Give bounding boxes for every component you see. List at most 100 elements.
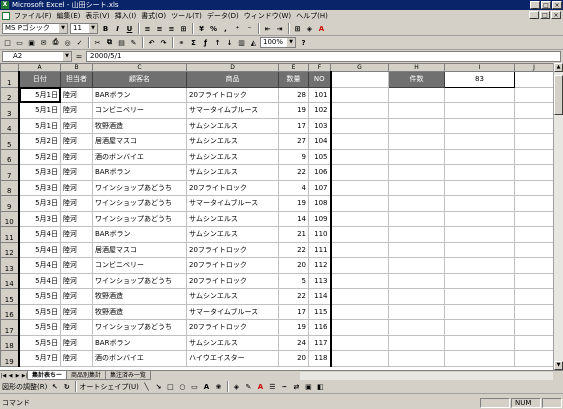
cell[interactable]	[444, 133, 515, 150]
cell[interactable]	[330, 226, 389, 243]
row-header[interactable]: 12	[0, 241, 19, 258]
cell[interactable]	[330, 241, 389, 258]
cell[interactable]	[444, 226, 515, 243]
cell[interactable]	[330, 148, 389, 165]
cell-customer[interactable]: ワインショップあどうち	[92, 179, 187, 196]
cell-no[interactable]: 118	[308, 350, 332, 367]
cell[interactable]	[330, 71, 389, 88]
cell-no[interactable]: 105	[308, 148, 332, 165]
cell-staff[interactable]: 陸河	[60, 179, 93, 196]
cell-customer[interactable]: ワインショップあどうち	[92, 210, 187, 227]
cell[interactable]	[330, 164, 389, 181]
cell-no[interactable]: 102	[308, 102, 332, 119]
scroll-thumb[interactable]	[554, 75, 563, 115]
cell-product[interactable]: サムシンエルス	[186, 148, 279, 165]
new-file-icon[interactable]: □	[2, 37, 13, 48]
merge-center-icon[interactable]: ⊞	[178, 23, 189, 34]
cell-product[interactable]: 20フライトロック	[186, 86, 279, 103]
cell-customer[interactable]: BARボラン	[92, 86, 187, 103]
summary-value[interactable]: 83	[444, 71, 515, 88]
row-header[interactable]: 3	[0, 102, 19, 119]
cell-no[interactable]: 103	[308, 117, 332, 134]
cell[interactable]	[514, 195, 554, 212]
row-header[interactable]: 2	[0, 86, 19, 103]
cell-qty[interactable]: 19	[278, 102, 309, 119]
cell[interactable]	[444, 179, 515, 196]
header-qty[interactable]: 数量	[278, 71, 309, 88]
cell[interactable]	[330, 334, 389, 351]
header-customer[interactable]: 顧客名	[92, 71, 187, 88]
cell-staff[interactable]: 陸河	[60, 241, 93, 258]
cell-date[interactable]: 5月5日	[17, 334, 61, 351]
font-color-icon[interactable]: A	[255, 381, 266, 392]
cell[interactable]	[444, 117, 515, 134]
undo-icon[interactable]: ↶	[146, 37, 157, 48]
cell[interactable]	[330, 102, 389, 119]
document-icon[interactable]	[2, 12, 10, 20]
cell-staff[interactable]: 陸河	[60, 164, 93, 181]
cell-qty[interactable]: 22	[278, 241, 309, 258]
cell-date[interactable]: 5月3日	[17, 195, 61, 212]
cell-date[interactable]: 5月5日	[17, 303, 61, 320]
cell[interactable]	[330, 350, 389, 367]
function-icon[interactable]: ƒ	[200, 37, 211, 48]
rotate-icon[interactable]: ↻	[61, 381, 72, 392]
menu-view[interactable]: 表示(V)	[83, 11, 111, 21]
row-header[interactable]: 10	[0, 210, 19, 227]
cell-date[interactable]: 5月1日	[17, 117, 61, 134]
cell-no[interactable]: 111	[308, 241, 332, 258]
cell[interactable]	[330, 195, 389, 212]
cell-product[interactable]: サムシンエルス	[186, 164, 279, 181]
cell-no[interactable]: 109	[308, 210, 332, 227]
menu-file[interactable]: ファイル(F)	[12, 11, 54, 21]
row-header[interactable]: 19	[0, 350, 19, 367]
cell-customer[interactable]: コンビニベリー	[92, 257, 187, 274]
cell[interactable]	[444, 319, 515, 336]
cell[interactable]	[514, 272, 554, 289]
cell-qty[interactable]: 22	[278, 164, 309, 181]
draw-menu-button[interactable]: 図形の調整(R)	[2, 382, 47, 392]
tab-prev-icon[interactable]: ◀	[7, 372, 14, 380]
cell[interactable]	[444, 257, 515, 274]
cell[interactable]	[444, 210, 515, 227]
arrow-icon[interactable]: ↘	[153, 381, 164, 392]
cell[interactable]	[388, 226, 445, 243]
cell-staff[interactable]: 陸河	[60, 350, 93, 367]
cell-staff[interactable]: 陸河	[60, 102, 93, 119]
tab-next-icon[interactable]: ▶	[14, 372, 21, 380]
formula-equals[interactable]: =	[72, 52, 86, 61]
rectangle-icon[interactable]: □	[165, 381, 176, 392]
cell[interactable]	[514, 303, 554, 320]
cell-product[interactable]: サムシンエルス	[186, 133, 279, 150]
cell[interactable]	[388, 148, 445, 165]
cell[interactable]	[388, 210, 445, 227]
cell-product[interactable]: 20フライトロック	[186, 179, 279, 196]
cell-date[interactable]: 5月4日	[17, 241, 61, 258]
vertical-scrollbar[interactable]: ▲ ▼	[553, 63, 563, 370]
cell[interactable]	[514, 117, 554, 134]
cell-no[interactable]: 106	[308, 164, 332, 181]
cell[interactable]	[514, 71, 554, 88]
cell[interactable]	[388, 257, 445, 274]
cell-date[interactable]: 5月4日	[17, 272, 61, 289]
cell[interactable]	[388, 334, 445, 351]
cell-customer[interactable]: BARボラン	[92, 334, 187, 351]
cell[interactable]	[514, 210, 554, 227]
cell-qty[interactable]: 4	[278, 179, 309, 196]
cell-no[interactable]: 112	[308, 257, 332, 274]
column-header-b[interactable]: B	[60, 63, 93, 72]
italic-button[interactable]: I	[112, 23, 123, 34]
cell-customer[interactable]: 居酒屋マスコ	[92, 241, 187, 258]
cell-staff[interactable]: 陸河	[60, 226, 93, 243]
decrease-indent-icon[interactable]: ⇤	[262, 23, 273, 34]
cell[interactable]	[388, 133, 445, 150]
cell-qty[interactable]: 9	[278, 148, 309, 165]
cell-staff[interactable]: 陸河	[60, 210, 93, 227]
align-center-icon[interactable]: ≡	[154, 23, 165, 34]
cell[interactable]	[388, 303, 445, 320]
cell-product[interactable]: サムシンエルス	[186, 210, 279, 227]
tab-sheet-3[interactable]: 集注済み一覧	[105, 371, 152, 380]
borders-icon[interactable]: ⊞	[292, 23, 303, 34]
font-color-icon[interactable]: A	[316, 23, 327, 34]
cell[interactable]	[514, 133, 554, 150]
